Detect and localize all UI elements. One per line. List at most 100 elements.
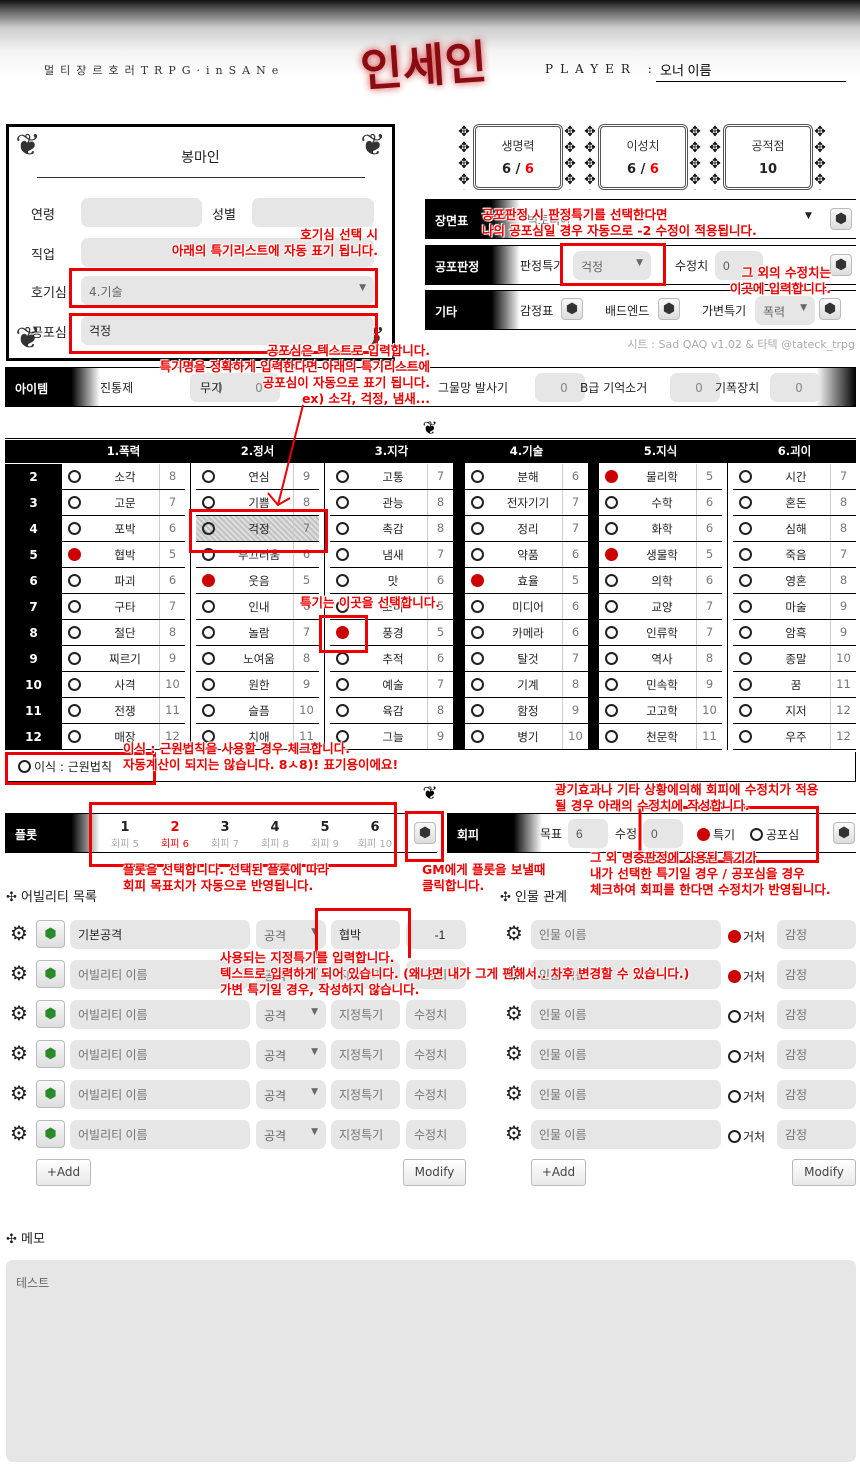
dice-icon[interactable]: ⬢ (36, 1000, 65, 1028)
skill-cell[interactable]: 종말 10 (733, 646, 856, 672)
skill-cell[interactable]: 암흑 9 (733, 620, 856, 646)
skill-radio[interactable] (471, 574, 484, 587)
gear-icon[interactable]: ⚙ (7, 1040, 31, 1066)
skill-cell[interactable]: 꿈 11 (733, 672, 856, 698)
sanity-max[interactable]: 6 (650, 162, 659, 177)
skill-cell[interactable]: 노여움 8 (196, 646, 319, 672)
dice-icon[interactable]: ⬢ (819, 298, 841, 320)
skill-cell[interactable]: 시간 7 (733, 464, 856, 490)
ability-mod-input[interactable] (406, 1000, 466, 1029)
item-count-input[interactable]: 0 (770, 373, 820, 402)
item-count-input[interactable]: 0 (670, 373, 720, 402)
ability-skill-input[interactable] (331, 1120, 400, 1149)
skill-radio[interactable] (68, 730, 81, 743)
add-ability-button[interactable]: +Add (36, 1159, 91, 1186)
relation-name-input[interactable] (531, 1040, 721, 1069)
skill-radio[interactable] (336, 548, 349, 561)
skill-cell[interactable]: 탈것 7 (465, 646, 588, 672)
group-gap[interactable] (319, 440, 330, 463)
skill-cell[interactable]: 천문학 11 (599, 724, 722, 750)
skill-radio[interactable] (471, 522, 484, 535)
skill-cell[interactable]: 구타 7 (62, 594, 185, 620)
dice-icon[interactable]: ⬢ (561, 298, 583, 320)
group-gap[interactable] (453, 440, 465, 750)
gear-icon[interactable]: ⚙ (7, 1000, 31, 1026)
memo-textarea[interactable]: 테스트 (6, 1260, 856, 1462)
skill-cell[interactable]: 화학 6 (599, 516, 722, 542)
gear-icon[interactable]: ⚙ (502, 1000, 526, 1026)
skill-radio[interactable] (68, 470, 81, 483)
relation-emotion-input[interactable] (777, 920, 856, 949)
chevron-down-icon[interactable]: ▼ (805, 211, 812, 221)
dice-icon[interactable]: ⬢ (36, 1120, 65, 1148)
skill-radio[interactable] (336, 496, 349, 509)
ability-skill-input[interactable] (331, 1080, 400, 1109)
skill-cell[interactable]: 파괴 6 (62, 568, 185, 594)
skill-radio[interactable] (68, 522, 81, 535)
item-count-input[interactable]: 0 (535, 373, 585, 402)
skill-cell[interactable]: 전쟁 11 (62, 698, 185, 724)
skill-radio[interactable] (336, 704, 349, 717)
dice-icon[interactable]: ⬢ (833, 822, 855, 844)
skill-cell[interactable]: 포박 6 (62, 516, 185, 542)
skill-radio[interactable] (471, 652, 484, 665)
skill-radio[interactable] (471, 704, 484, 717)
skill-radio[interactable] (605, 496, 618, 509)
skill-cell[interactable]: 효율 5 (465, 568, 588, 594)
skill-cell[interactable]: 놀람 7 (196, 620, 319, 646)
group-header[interactable]: 2.정서 (196, 440, 319, 463)
skill-radio[interactable] (202, 652, 215, 665)
relation-name-input[interactable] (531, 1080, 721, 1109)
skill-radio[interactable] (202, 678, 215, 691)
skill-cell[interactable]: 원한 9 (196, 672, 319, 698)
merit-value[interactable]: 10 (726, 162, 810, 177)
skill-radio[interactable] (605, 548, 618, 561)
skill-radio[interactable] (202, 470, 215, 483)
skill-radio[interactable] (739, 470, 752, 483)
group-gap[interactable] (588, 440, 599, 750)
skill-radio[interactable] (68, 704, 81, 717)
skill-cell[interactable]: 마술 9 (733, 594, 856, 620)
variable-skill-select[interactable]: 폭력 ▼ (755, 296, 815, 325)
hp-current[interactable]: 6 (502, 162, 511, 177)
skill-radio[interactable] (605, 600, 618, 613)
modify-ability-button[interactable]: Modify (403, 1159, 466, 1186)
gear-icon[interactable]: ⚙ (7, 1080, 31, 1106)
skill-cell[interactable]: 고문 7 (62, 490, 185, 516)
relation-where-radio[interactable]: 거처 (728, 1128, 765, 1145)
relation-where-radio[interactable]: 거처 (728, 1008, 765, 1025)
skill-radio[interactable] (68, 574, 81, 587)
gear-icon[interactable]: ⚙ (502, 1120, 526, 1146)
skill-radio[interactable] (739, 704, 752, 717)
skill-radio[interactable] (202, 600, 215, 613)
skill-radio[interactable] (68, 678, 81, 691)
skill-cell[interactable]: 촉감 8 (330, 516, 453, 542)
dice-icon[interactable]: ⬢ (658, 298, 680, 320)
character-name[interactable]: 봉마인 (9, 147, 392, 167)
group-gap[interactable] (185, 440, 196, 463)
relation-name-input[interactable] (531, 920, 721, 949)
skill-cell[interactable]: 소각 8 (62, 464, 185, 490)
skill-radio[interactable] (336, 678, 349, 691)
relation-name-input[interactable] (531, 1120, 721, 1149)
skill-cell[interactable]: 역사 8 (599, 646, 722, 672)
ability-skill-input[interactable] (331, 1000, 400, 1029)
skill-radio[interactable] (202, 496, 215, 509)
skill-radio[interactable] (336, 574, 349, 587)
skill-radio[interactable] (202, 704, 215, 717)
skill-cell[interactable]: 웃음 5 (196, 568, 319, 594)
skill-radio[interactable] (336, 522, 349, 535)
relation-where-radio[interactable]: 거처 (728, 1088, 765, 1105)
group-header[interactable]: 1.폭력 (62, 440, 185, 463)
skill-cell[interactable]: 수학 6 (599, 490, 722, 516)
modify-relation-button[interactable]: Modify (792, 1159, 856, 1186)
skill-radio[interactable] (605, 652, 618, 665)
add-relation-button[interactable]: +Add (531, 1159, 586, 1186)
skill-cell[interactable]: 교양 7 (599, 594, 722, 620)
gear-icon[interactable]: ⚙ (7, 960, 31, 986)
relation-where-radio[interactable]: 거처 (728, 928, 765, 945)
skill-cell[interactable]: 슬픔 10 (196, 698, 319, 724)
skill-cell[interactable]: 미디어 6 (465, 594, 588, 620)
group-header[interactable]: 5.지식 (599, 440, 722, 463)
skill-cell[interactable]: 생물학 5 (599, 542, 722, 568)
